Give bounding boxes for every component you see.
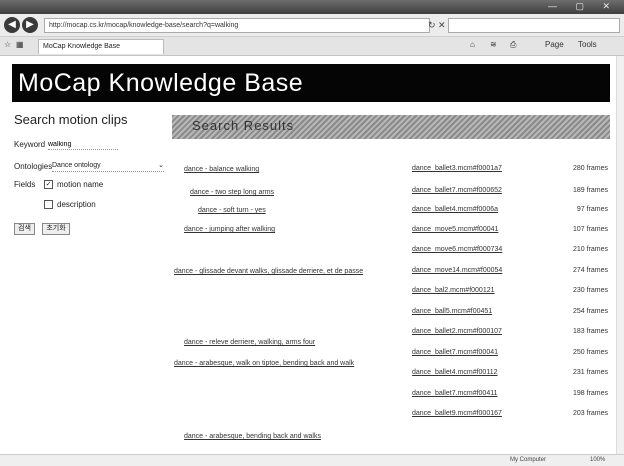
browser-search-box[interactable] <box>448 18 620 33</box>
fields-label: Fields <box>14 180 36 189</box>
tools-menu[interactable]: Tools <box>578 40 597 49</box>
page-menu[interactable]: Page <box>545 40 564 49</box>
result-file-2[interactable]: dance_ballet7.mcm#f000652 <box>412 187 552 194</box>
description-checkbox[interactable] <box>44 200 53 210</box>
motion-name-label: motion name <box>57 180 104 189</box>
tab-grid-icon[interactable]: ▦ <box>16 40 24 49</box>
description-option[interactable]: description <box>44 197 96 213</box>
motion-name-checkbox[interactable]: ✓ <box>44 180 53 190</box>
ontology-select[interactable]: Dance ontology ⌄ <box>52 161 164 172</box>
result-file-5[interactable]: dance_move6.mcm#f000734 <box>412 246 552 253</box>
keyword-label: Keyword <box>14 140 46 149</box>
result-file-7[interactable]: dance_bal2.mcm#f000121 <box>412 287 552 294</box>
result-frames-12: 198 frames <box>572 390 608 397</box>
window-controls[interactable]: — ▢ ✕ <box>548 1 618 12</box>
address-bar: ◀ ▶ http://mocap.cs.kr/mocap/knowledge-b… <box>0 14 624 37</box>
stop-icon[interactable]: ✕ <box>438 20 446 31</box>
search-button[interactable]: 검색 <box>14 223 35 235</box>
result-frames-8: 254 frames <box>572 308 608 315</box>
result-frames-13: 203 frames <box>572 410 608 417</box>
tab-mocap[interactable]: MoCap Knowledge Base <box>38 39 164 54</box>
result-frames-1: 280 frames <box>572 165 608 172</box>
result-frames-3: 97 frames <box>576 206 608 213</box>
result-file-9[interactable]: dance_ballet2.mcm#f000107 <box>412 328 552 335</box>
page-scrollbar[interactable] <box>616 56 624 454</box>
ontologies-label: Ontologies <box>14 162 53 171</box>
result-name-3[interactable]: dance - soft turn - yes <box>198 206 403 215</box>
description-row: description <box>14 197 174 213</box>
motion-name-option[interactable]: ✓ motion name <box>44 177 103 193</box>
keyword-row: Keyword <box>14 137 174 153</box>
description-label: description <box>57 200 96 209</box>
fields-row: Fields ✓ motion name <box>14 177 174 193</box>
sidebar-heading: Search motion clips <box>14 112 128 127</box>
zoom-level[interactable]: 100% <box>590 457 605 463</box>
reset-button[interactable]: 초기화 <box>42 223 70 235</box>
result-frames-5: 210 frames <box>572 246 608 253</box>
feeds-icon[interactable]: ≋ <box>490 40 497 49</box>
result-frames-6: 274 frames <box>572 267 608 274</box>
favorites-star-icon[interactable]: ☆ <box>4 40 11 49</box>
url-field[interactable]: http://mocap.cs.kr/mocap/knowledge-base/… <box>44 18 430 33</box>
forward-icon[interactable]: ▶ <box>22 17 38 33</box>
print-icon[interactable]: ⎙ <box>510 40 516 50</box>
result-file-11[interactable]: dance_ballet4.mcm#f00112 <box>412 369 552 376</box>
result-frames-7: 230 frames <box>572 287 608 294</box>
result-name-2[interactable]: dance - two step long arms <box>190 188 395 197</box>
result-file-1[interactable]: dance_ballet3.mcm#f0001a7 <box>412 165 552 172</box>
result-file-8[interactable]: dance_ball5.mcm#f00451 <box>412 308 552 315</box>
result-name-8[interactable]: dance - arabesque, bending back and walk… <box>184 432 389 441</box>
result-file-13[interactable]: dance_ballet9.mcm#f000167 <box>412 410 552 417</box>
result-name-5[interactable]: dance - glissade devant walks, glissade … <box>174 267 379 276</box>
chevron-down-icon: ⌄ <box>158 162 164 169</box>
result-file-12[interactable]: dance_ballet7.mcm#f00411 <box>412 390 552 397</box>
ontology-select-value: Dance ontology <box>52 162 101 169</box>
sidebar-buttons: 검색 초기화 <box>14 217 174 235</box>
result-name-7[interactable]: dance - arabesque, walk on tiptoe, bendi… <box>174 359 379 368</box>
result-name-1[interactable]: dance - balance walking <box>184 165 389 174</box>
result-frames-2: 189 frames <box>572 187 608 194</box>
result-file-3[interactable]: dance_ballet4.mcm#f0006a <box>412 206 552 213</box>
result-frames-10: 250 frames <box>572 349 608 356</box>
search-results-label: Search Results <box>192 118 295 133</box>
keyword-input[interactable] <box>48 140 118 150</box>
page-header: MoCap Knowledge Base <box>12 64 610 102</box>
search-sidebar: Search motion clips Keyword Ontologies D… <box>14 112 174 235</box>
status-zone: My Computer <box>510 457 547 463</box>
result-frames-9: 183 frames <box>572 328 608 335</box>
result-frames-11: 231 frames <box>572 369 608 376</box>
search-results-header: Search Results <box>172 115 610 139</box>
result-file-4[interactable]: dance_move5.mcm#f00041 <box>412 226 552 233</box>
result-file-10[interactable]: dance_ballet7.mcm#f00041 <box>412 349 552 356</box>
refresh-icon[interactable]: ↻ <box>428 20 436 31</box>
status-bar: My Computer 100% <box>0 454 624 466</box>
result-name-6[interactable]: dance - releve derriere, walking, arms f… <box>184 338 389 347</box>
result-file-6[interactable]: dance_move14.mcm#f00054 <box>412 267 552 274</box>
home-icon[interactable]: ⌂ <box>470 40 475 49</box>
result-frames-4: 107 frames <box>572 226 608 233</box>
result-name-4[interactable]: dance - jumping after walking <box>184 225 389 234</box>
page-title: MoCap Knowledge Base <box>18 69 304 97</box>
ontologies-row: Ontologies Dance ontology ⌄ <box>14 159 174 175</box>
back-icon[interactable]: ◀ <box>4 17 20 33</box>
window-titlebar: — ▢ ✕ <box>0 0 624 14</box>
tab-bar: ☆ ▦ MoCap Knowledge Base ⌂ ≋ ⎙ Page Tool… <box>0 37 624 56</box>
